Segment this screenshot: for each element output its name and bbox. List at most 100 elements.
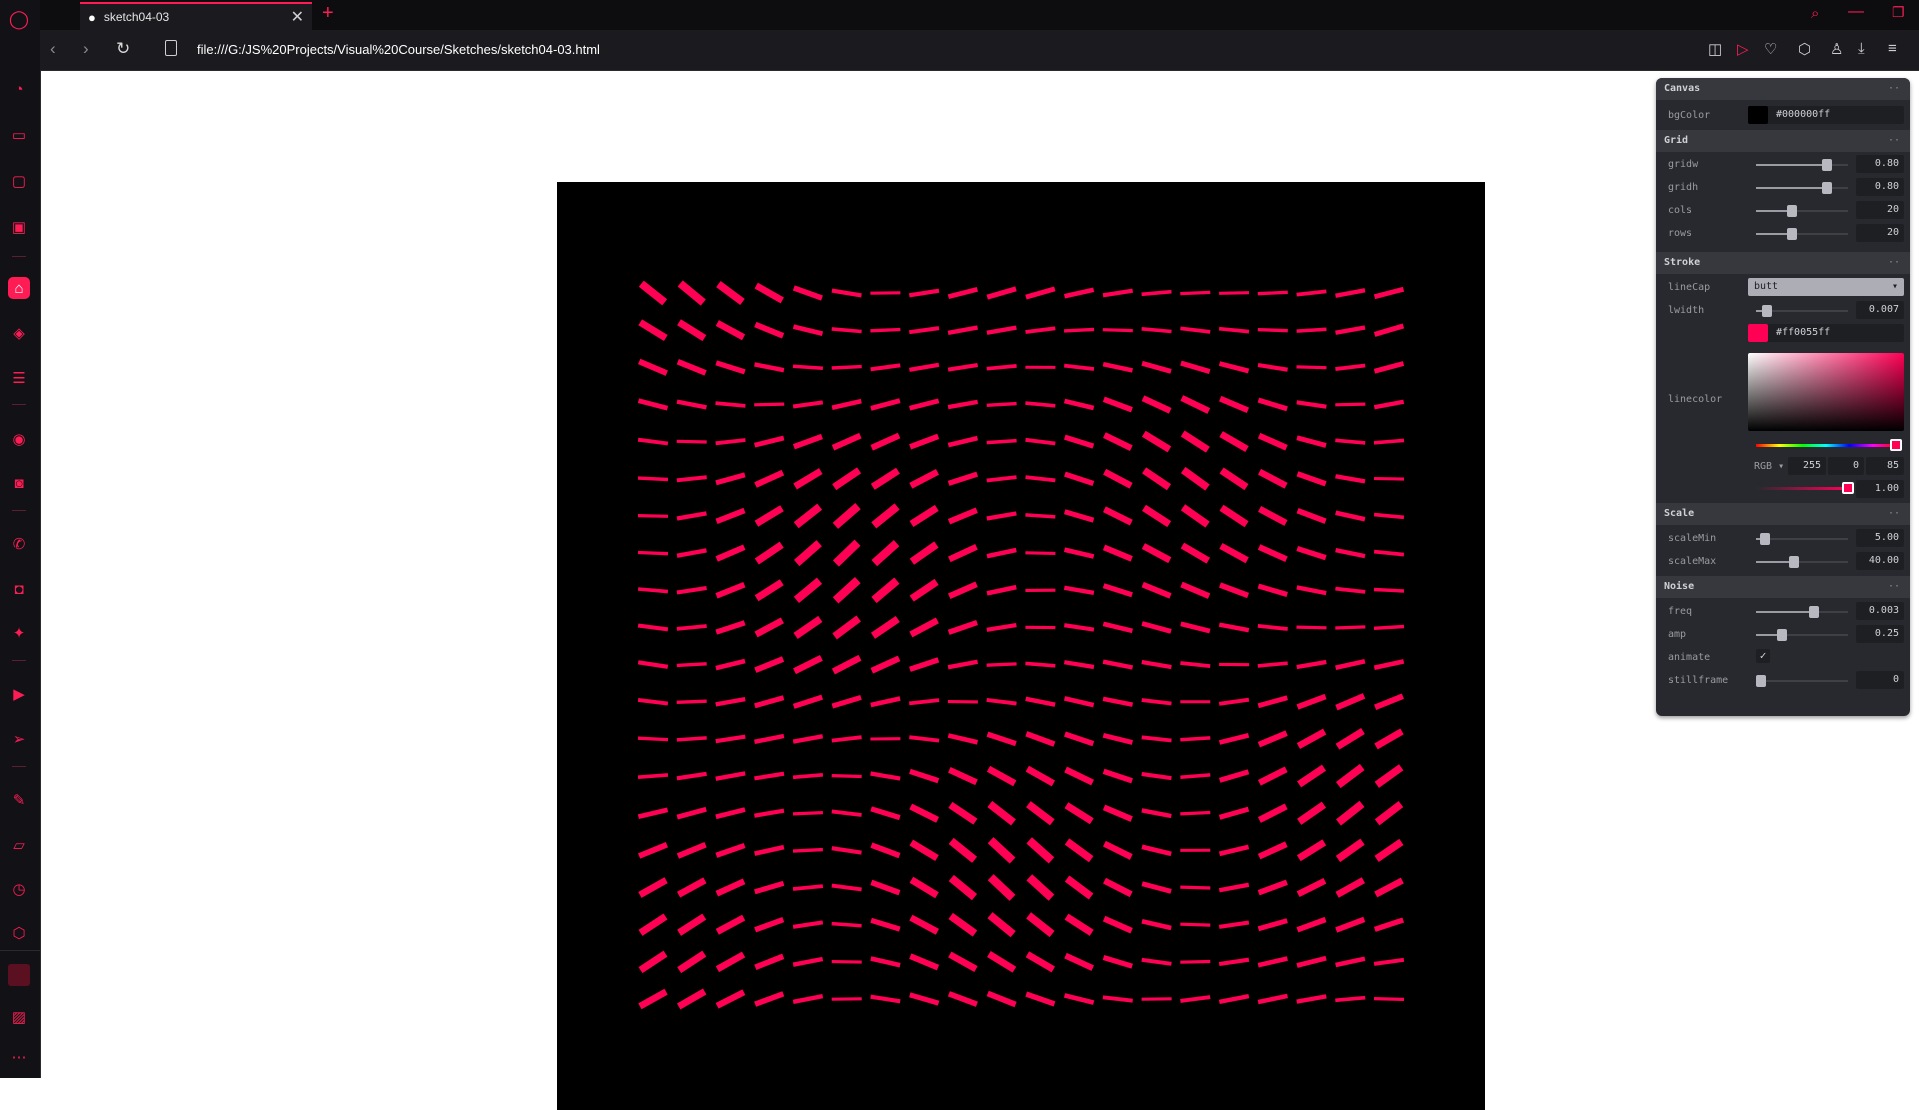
stillframe-value[interactable]: 0 — [1856, 671, 1904, 689]
sketch-stroke — [1103, 735, 1132, 742]
whatsapp-icon[interactable]: ✆ — [8, 533, 30, 555]
lwidth-slider[interactable] — [1756, 310, 1848, 312]
speed-dial-icon[interactable]: ◔ — [8, 78, 30, 100]
pinboard-icon[interactable]: ✎ — [8, 789, 30, 811]
sketch-stroke — [1337, 880, 1363, 895]
folder-noise[interactable]: Noise ·· — [1656, 576, 1910, 598]
restore-icon[interactable]: ❐ — [1892, 4, 1905, 21]
scalemin-value[interactable]: 5.00 — [1856, 529, 1904, 547]
twitter-icon[interactable]: ✦ — [8, 622, 30, 644]
freq-value[interactable]: 0.003 — [1856, 602, 1904, 620]
freq-slider[interactable] — [1756, 611, 1848, 613]
camera-icon[interactable]: ◫ — [1708, 40, 1722, 58]
url-field[interactable]: file:///G:/JS%20Projects/Visual%20Course… — [197, 42, 600, 57]
sketch-stroke — [1336, 696, 1364, 708]
cube-icon[interactable]: ⬡ — [1798, 40, 1811, 58]
stillframe-slider[interactable] — [1756, 680, 1848, 682]
scalemax-slider[interactable] — [1756, 561, 1848, 563]
red-value[interactable]: 255 — [1788, 457, 1826, 475]
more-icon[interactable]: ⋯ — [8, 1046, 30, 1068]
sketch-stroke — [1335, 627, 1365, 628]
close-tab-icon[interactable]: ✕ — [291, 7, 304, 27]
minimize-icon[interactable]: — — [1848, 3, 1864, 21]
gridw-value[interactable]: 0.80 — [1856, 155, 1904, 173]
back-icon[interactable]: ‹ — [50, 39, 56, 59]
bgcolor-swatch[interactable] — [1748, 106, 1768, 124]
sketch-stroke — [987, 477, 1017, 480]
bgcolor-field[interactable]: #000000ff — [1748, 106, 1904, 124]
heart-icon[interactable]: ♡ — [1764, 40, 1777, 58]
sketch-stroke — [793, 366, 823, 368]
opera-logo-icon[interactable]: ◯ — [8, 8, 30, 30]
player-icon[interactable]: ▶ — [8, 683, 30, 705]
sketch-stroke — [793, 922, 823, 927]
sketch-stroke — [911, 880, 937, 896]
linecolor-hex[interactable]: #ff0055ff — [1776, 324, 1830, 342]
news-icon[interactable]: ◈ — [8, 322, 30, 344]
gridh-slider[interactable] — [1756, 187, 1848, 189]
sketch-stroke — [1220, 585, 1248, 596]
twitch-icon[interactable]: ▢ — [8, 170, 30, 192]
workspace-icon[interactable] — [8, 964, 30, 986]
sketch-stroke — [832, 776, 862, 777]
history-icon[interactable]: ◷ — [8, 878, 30, 900]
briefcase-icon[interactable]: ▭ — [8, 124, 30, 146]
rows-value[interactable]: 20 — [1856, 224, 1904, 242]
messenger-icon[interactable]: ◉ — [8, 428, 30, 450]
profile-icon[interactable]: ♙ — [1830, 40, 1843, 58]
download-icon[interactable]: ⤓ — [1858, 40, 1865, 57]
linecolor-field[interactable]: #ff0055ff — [1748, 324, 1904, 342]
amp-slider[interactable] — [1756, 634, 1848, 636]
forward-icon[interactable]: › — [83, 39, 89, 59]
folder-stroke[interactable]: Stroke ·· — [1656, 252, 1910, 274]
folder-scale[interactable]: Scale ·· — [1656, 503, 1910, 525]
instagram-icon[interactable]: ◘ — [8, 578, 30, 600]
scalemin-slider[interactable] — [1756, 538, 1848, 540]
folder-canvas[interactable]: Canvas ·· — [1656, 78, 1910, 100]
gridw-slider[interactable] — [1756, 164, 1848, 166]
bgcolor-hex[interactable]: #000000ff — [1776, 106, 1830, 124]
sketch-stroke — [1103, 699, 1133, 705]
scalemax-value[interactable]: 40.00 — [1856, 552, 1904, 570]
flow-icon[interactable]: ➢ — [8, 728, 30, 750]
color-mode-select[interactable]: RGB ▾ — [1754, 461, 1784, 472]
sketch-stroke — [638, 440, 668, 444]
alpha-value[interactable]: 1.00 — [1856, 480, 1904, 498]
animate-checkbox[interactable]: ✓ — [1756, 649, 1770, 663]
new-tab-icon[interactable]: + — [322, 2, 334, 25]
extensions-icon[interactable]: ⬡ — [8, 922, 30, 944]
amp-value[interactable]: 0.25 — [1856, 625, 1904, 643]
snapshot-icon[interactable]: ▣ — [8, 216, 30, 238]
linecap-select[interactable]: butt ▾ — [1748, 278, 1904, 296]
green-value[interactable]: 0 — [1828, 457, 1864, 475]
tabs-icon[interactable]: ▱ — [8, 834, 30, 856]
linecolor-swatch[interactable] — [1748, 324, 1768, 342]
folder-grid[interactable]: Grid ·· — [1656, 130, 1910, 152]
sketch-stroke — [1180, 997, 1210, 1001]
alpha-slider[interactable] — [1756, 487, 1848, 490]
image-icon[interactable]: ▨ — [8, 1006, 30, 1028]
home-icon[interactable]: ⌂ — [8, 277, 30, 299]
sketch-canvas[interactable] — [557, 182, 1485, 1110]
cols-value[interactable]: 20 — [1856, 201, 1904, 219]
search-icon[interactable]: ⌕ — [1811, 5, 1819, 22]
folder-scale-title: Scale — [1664, 508, 1694, 519]
send-icon[interactable]: ▷ — [1737, 40, 1749, 58]
sketch-stroke — [1374, 661, 1403, 667]
reload-icon[interactable]: ↻ — [116, 39, 130, 59]
sketch-stroke — [1221, 546, 1247, 560]
sketch-stroke — [1299, 805, 1324, 822]
blue-value[interactable]: 85 — [1866, 457, 1904, 475]
cols-slider[interactable] — [1756, 210, 1848, 212]
rows-slider[interactable] — [1756, 233, 1848, 235]
browser-tab[interactable]: ● sketch04-03 ✕ — [80, 2, 312, 30]
lwidth-value[interactable]: 0.007 — [1856, 301, 1904, 319]
color-picker-area[interactable] — [1748, 353, 1904, 431]
gridh-value[interactable]: 0.80 — [1856, 178, 1904, 196]
hue-slider[interactable] — [1756, 444, 1896, 447]
sketch-stroke — [638, 775, 668, 777]
sketch-stroke — [717, 547, 745, 559]
list-icon[interactable]: ☰ — [8, 367, 30, 389]
discord-icon[interactable]: ◙ — [8, 472, 30, 494]
menu-icon[interactable]: ≡ — [1888, 40, 1897, 57]
